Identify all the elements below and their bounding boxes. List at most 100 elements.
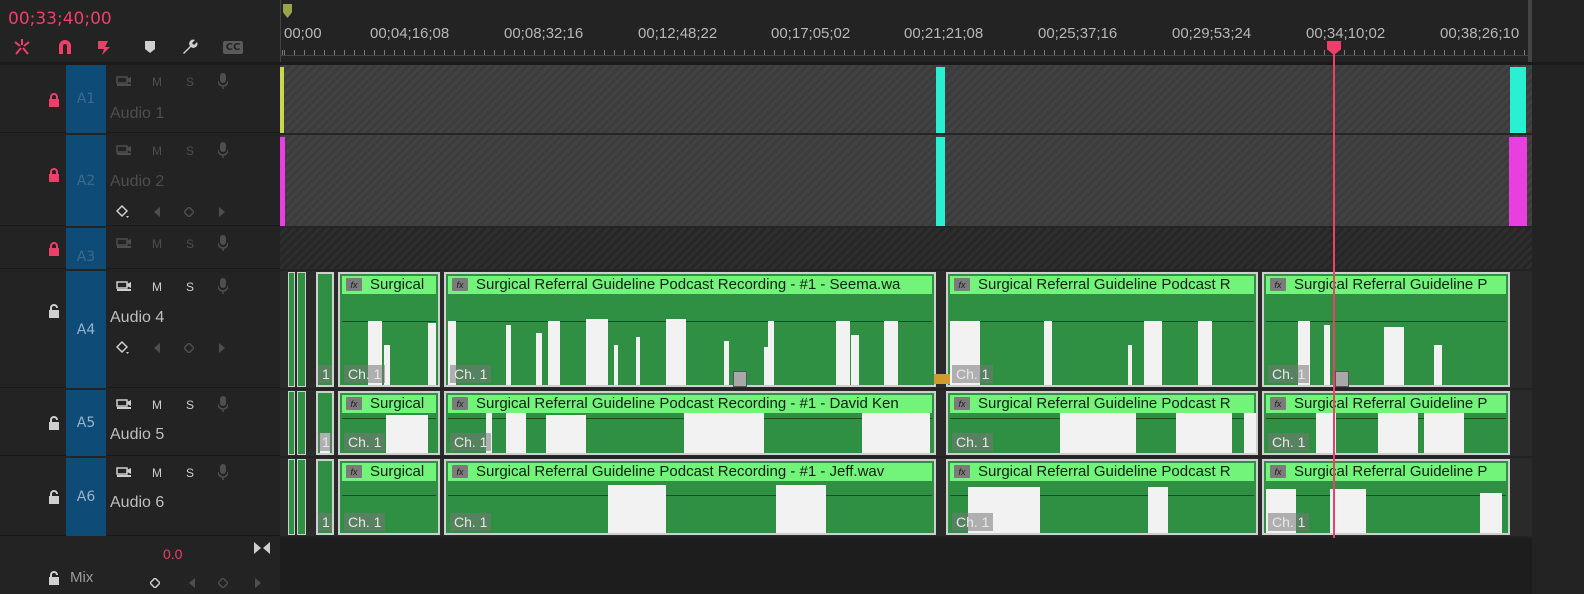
mix-volume-value[interactable]: 0.0 xyxy=(163,546,182,562)
voiceover-mic-icon[interactable] xyxy=(218,396,228,412)
solo-button[interactable]: S xyxy=(182,144,198,158)
next-keyframe-icon[interactable] xyxy=(218,343,226,353)
lane-a1[interactable] xyxy=(280,65,1532,133)
keyframe-toggle-icon[interactable] xyxy=(116,341,130,355)
previous-keyframe-icon[interactable] xyxy=(153,207,161,217)
voiceover-mic-icon[interactable] xyxy=(218,464,228,480)
in-point-marker[interactable] xyxy=(283,4,292,18)
lock-icon[interactable] xyxy=(48,242,60,256)
voiceover-mic-icon[interactable] xyxy=(218,142,228,158)
track-name-a1[interactable]: Audio 1 xyxy=(110,105,164,123)
track-target-a1[interactable]: A1 xyxy=(66,65,106,133)
mute-button[interactable]: M xyxy=(149,280,165,294)
next-keyframe-icon[interactable] xyxy=(254,578,262,588)
clip-cyan-a1[interactable] xyxy=(936,67,945,133)
lane-a3[interactable] xyxy=(280,228,1532,269)
track-target-a4[interactable]: A4 xyxy=(66,271,106,388)
audio-clip[interactable]: fx Surgical Referral Guideline Podcast Re… xyxy=(444,272,936,387)
track-target-a5[interactable]: A5 xyxy=(66,390,106,456)
lane-a2[interactable] xyxy=(280,135,1532,226)
voiceover-mic-icon[interactable] xyxy=(218,73,228,89)
track-target-a2[interactable]: A2 xyxy=(66,135,106,226)
solo-button[interactable]: S xyxy=(182,466,198,480)
add-keyframe-icon[interactable] xyxy=(184,207,194,217)
clip-edge-marker[interactable] xyxy=(280,137,285,226)
transition-handle[interactable] xyxy=(934,374,950,384)
unlock-icon[interactable] xyxy=(48,490,60,504)
playhead-line[interactable] xyxy=(1333,48,1335,594)
add-keyframe-icon[interactable] xyxy=(218,578,228,588)
track-name-a5[interactable]: Audio 5 xyxy=(110,426,164,444)
next-keyframe-icon[interactable] xyxy=(218,207,226,217)
audio-clip[interactable]: fx Surgical Referral Guideline Podcast R … xyxy=(946,272,1258,387)
mute-button[interactable]: M xyxy=(149,398,165,412)
audio-clip[interactable]: fx Surgical Referral Guideline Podcast R … xyxy=(946,391,1258,455)
timeline-tracks[interactable]: 1 fx Surgical Ch. 1 fx Surgical Referral G… xyxy=(280,65,1532,594)
audio-clip[interactable]: fx Surgical Referral Guideline Podcast Re… xyxy=(444,459,936,535)
vertical-scroll-area[interactable] xyxy=(1532,65,1584,594)
keyframe-toggle-icon[interactable] xyxy=(116,205,130,219)
collapse-icon[interactable] xyxy=(254,542,270,554)
previous-keyframe-icon[interactable] xyxy=(188,578,196,588)
solo-button[interactable]: S xyxy=(182,280,198,294)
audio-clip[interactable]: fx Surgical Referral Guideline Podcast Re… xyxy=(444,391,936,455)
audio-clip[interactable]: fx Surgical Referral Guideline P Ch. 1 xyxy=(1262,391,1510,455)
mute-button[interactable]: M xyxy=(149,144,165,158)
audio-clip[interactable]: fx Surgical Referral Guideline P Ch. 1 xyxy=(1262,272,1510,387)
clip-small[interactable]: 1 xyxy=(316,391,334,455)
lock-icon[interactable] xyxy=(48,168,60,182)
solo-button[interactable]: S xyxy=(182,398,198,412)
mute-button[interactable]: M xyxy=(149,237,165,251)
sync-lock-icon[interactable] xyxy=(116,237,132,249)
clip-edge-marker[interactable] xyxy=(280,67,284,133)
voiceover-mic-icon[interactable] xyxy=(218,278,228,294)
audio-clip[interactable]: fx Surgical Referral Guideline P Ch. 1 xyxy=(1262,459,1510,535)
time-ruler[interactable]: 00;00 00;04;16;08 00;08;32;16 00;12;48;2… xyxy=(280,0,1532,62)
track-name-a4[interactable]: Audio 4 xyxy=(110,309,164,327)
transition-handle[interactable] xyxy=(1335,371,1349,387)
clip-small[interactable]: 1 xyxy=(316,459,334,535)
solo-button[interactable]: S xyxy=(182,237,198,251)
mix-lane[interactable] xyxy=(280,538,1532,594)
clip-sliver[interactable] xyxy=(288,459,295,535)
previous-keyframe-icon[interactable] xyxy=(153,343,161,353)
clip-sliver[interactable] xyxy=(297,391,306,455)
snap-magnet-icon[interactable] xyxy=(54,37,76,57)
settings-wrench-icon[interactable] xyxy=(179,37,201,57)
audio-clip[interactable]: fx Surgical Ch. 1 xyxy=(338,391,440,455)
track-name-a2[interactable]: Audio 2 xyxy=(110,173,164,191)
clip-pink-a2-end[interactable] xyxy=(1509,137,1527,226)
add-marker-icon[interactable] xyxy=(139,37,161,57)
captions-icon[interactable]: CC xyxy=(221,37,245,57)
sync-lock-icon[interactable] xyxy=(116,280,132,292)
unlock-icon[interactable] xyxy=(48,571,60,585)
track-target-a6[interactable]: A6 xyxy=(66,458,106,536)
clip-cyan-a1-end[interactable] xyxy=(1510,67,1526,133)
keyframe-toggle-icon[interactable] xyxy=(150,578,160,588)
linked-selection-icon[interactable] xyxy=(95,37,117,57)
unlock-icon[interactable] xyxy=(48,416,60,430)
audio-clip[interactable]: fx Surgical Referral Guideline Podcast R … xyxy=(946,459,1258,535)
voiceover-mic-icon[interactable] xyxy=(218,235,228,251)
add-keyframe-icon[interactable] xyxy=(184,343,194,353)
audio-clip[interactable]: fx Surgical Ch. 1 xyxy=(338,272,440,387)
mute-button[interactable]: M xyxy=(149,75,165,89)
clip-small[interactable]: 1 xyxy=(316,272,334,387)
clip-sliver[interactable] xyxy=(297,459,306,535)
mute-button[interactable]: M xyxy=(149,466,165,480)
sync-lock-icon[interactable] xyxy=(116,75,132,87)
sync-lock-icon[interactable] xyxy=(116,144,132,156)
clip-sliver[interactable] xyxy=(288,391,295,455)
nest-sequence-icon[interactable] xyxy=(11,37,33,57)
lock-icon[interactable] xyxy=(48,93,60,107)
clip-cyan-a2[interactable] xyxy=(936,137,945,226)
clip-sliver[interactable] xyxy=(297,272,306,387)
transition-handle[interactable] xyxy=(733,371,747,387)
sync-lock-icon[interactable] xyxy=(116,398,132,410)
track-name-a6[interactable]: Audio 6 xyxy=(110,494,164,512)
mix-track-label[interactable]: Mix xyxy=(70,569,93,586)
audio-clip[interactable]: fx Surgical Ch. 1 xyxy=(338,459,440,535)
playhead-timecode[interactable]: 00;33;40;00 xyxy=(8,9,112,29)
unlock-icon[interactable] xyxy=(48,304,60,318)
track-target-a3[interactable]: A3 xyxy=(66,228,106,269)
